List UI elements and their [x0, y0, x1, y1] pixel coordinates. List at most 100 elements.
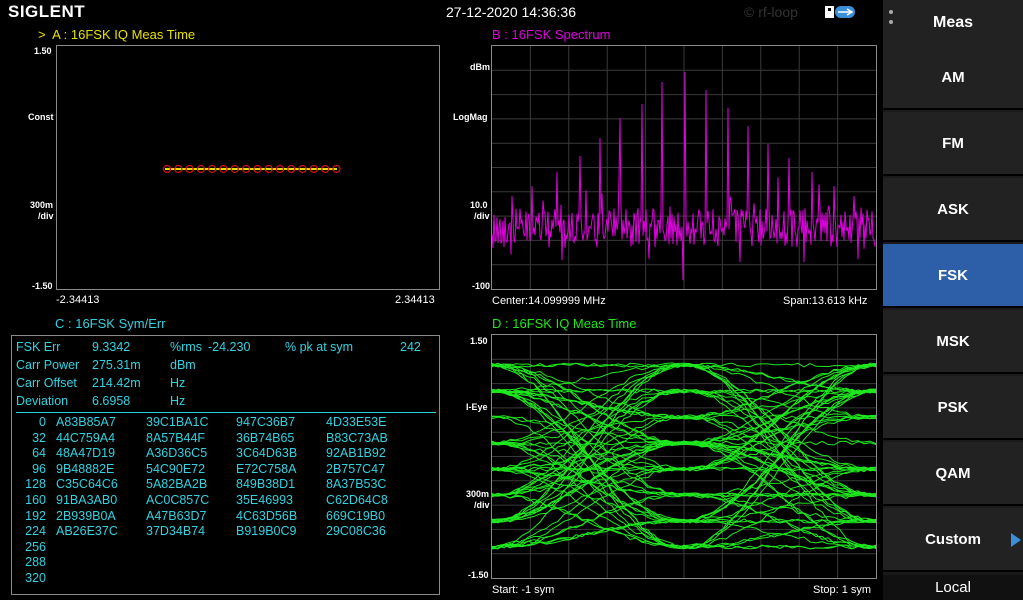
usb-icon	[825, 6, 855, 18]
symbol-cell: 2B939B0A	[56, 508, 116, 523]
panel-b-unit: dBm	[470, 62, 490, 72]
symbol-cell: C35C64C6	[56, 477, 118, 492]
menu-item-psk[interactable]: PSK	[883, 376, 1023, 440]
panel-a-plot[interactable]	[56, 45, 440, 290]
panel-a-ybottom: -1.50	[32, 281, 53, 291]
local-button[interactable]: Local	[883, 575, 1023, 600]
measure-menu: Meas AM FM ASK FSK MSK PSK QAM Custom Lo…	[883, 0, 1023, 600]
menu-item-ask[interactable]: ASK	[883, 178, 1023, 242]
panel-d-start: Start: -1 sym	[492, 584, 555, 596]
menu-item-label: AM	[941, 68, 965, 86]
symbol-index: 256	[25, 539, 46, 554]
panel-b-center: Center:14.099999 MHz	[492, 295, 606, 307]
symbol-cell: A36D36C5	[146, 446, 208, 461]
panel-b-div: /div	[474, 211, 490, 221]
metric-value: 214.42m	[92, 376, 141, 390]
spectrum-plot	[491, 46, 876, 289]
symbol-cell: 29C08C36	[326, 524, 386, 539]
symbol-index: 288	[25, 555, 46, 570]
watermark: © rf-loop	[744, 4, 798, 20]
metric-value: 275.31m	[92, 358, 141, 372]
panel-d-yscale: 300m	[466, 489, 490, 499]
menu-item-fm[interactable]: FM	[883, 112, 1023, 176]
symbol-cell: 48A47D19	[56, 446, 116, 461]
symbol-index: 96	[32, 461, 46, 476]
panel-a-title[interactable]: > A : 16FSK IQ Meas Time	[38, 27, 195, 42]
symbol-index: 128	[25, 477, 46, 492]
symbol-cell: A47B63D7	[146, 508, 207, 523]
metric-name: Carr Power	[16, 358, 80, 372]
panel-a-ymode: Const	[28, 112, 54, 122]
symbol-cell: 35E46993	[236, 493, 294, 507]
metric-unit: %rms	[170, 340, 202, 354]
menu-item-fsk[interactable]: FSK	[883, 244, 1023, 308]
metric-extra-num: 242	[400, 340, 421, 354]
menu-item-qam[interactable]: QAM	[883, 442, 1023, 506]
menu-title-text: Meas	[932, 14, 974, 31]
menu-item-label: PSK	[937, 398, 969, 416]
panel-c-title[interactable]: C : 16FSK Sym/Err	[55, 316, 166, 331]
symbol-index: 224	[25, 524, 46, 539]
menu-item-custom[interactable]: Custom	[883, 508, 1023, 572]
metric-extra-value: -24.230	[208, 340, 251, 354]
menu-item-label: MSK	[936, 332, 970, 350]
symbol-cell: AC0C857C	[146, 493, 210, 507]
brand-logo: SIGLENT	[8, 2, 86, 21]
menu-item-label: Custom	[925, 530, 981, 548]
divider	[16, 412, 436, 413]
datetime: 27-12-2020 14:36:36	[446, 4, 576, 20]
menu-item-label: QAM	[935, 464, 971, 482]
submenu-arrow-icon	[1011, 533, 1021, 547]
symbol-cell: 44C759A4	[56, 430, 116, 445]
panel-d-ydiv: /div	[474, 500, 490, 510]
panel-d-ybottom: -1.50	[468, 570, 489, 580]
metric-name: FSK Err	[16, 340, 61, 354]
panel-a-yscale: 300m	[30, 200, 54, 210]
panel-d-title[interactable]: D : 16FSK IQ Meas Time	[492, 316, 637, 331]
panel-c-table[interactable]: FSK Err 9.3342 %rms -24.230 % pk at sym 242 Ca…	[11, 335, 440, 595]
metric-unit: dBm	[170, 358, 196, 372]
panel-a-xright: 2.34413	[395, 294, 435, 306]
panel-d-ytop: 1.50	[470, 336, 488, 346]
symbol-cell: 36B74B65	[236, 430, 295, 445]
metric-unit: Hz	[170, 394, 186, 408]
metric-value: 9.3342	[92, 340, 131, 354]
symbol-cell: 669C19B0	[326, 508, 386, 523]
panel-b-plot[interactable]	[491, 45, 877, 290]
eye-diagram	[491, 335, 877, 578]
panel-a-xleft: -2.34413	[56, 294, 100, 306]
menu-item-msk[interactable]: MSK	[883, 310, 1023, 374]
symbol-cell: 947C36B7	[236, 415, 296, 429]
menu-item-label: FM	[942, 134, 964, 152]
panel-a-ydiv: /div	[38, 211, 54, 221]
panel-b-span: Span:13.613 kHz	[783, 295, 868, 307]
symbol-cell: 39C1BA1C	[146, 415, 209, 429]
symbol-index: 160	[25, 493, 46, 507]
symbol-index: 320	[25, 571, 46, 585]
menu-item-label: ASK	[937, 200, 969, 218]
panel-b-title[interactable]: B : 16FSK Spectrum	[492, 27, 611, 42]
menu-title[interactable]: Meas	[883, 0, 1023, 46]
symbol-cell: 91BA3AB0	[56, 493, 118, 507]
symbol-cell: 8A37B53C	[326, 477, 387, 492]
symbol-cell: A83B85A7	[56, 415, 116, 429]
metric-value: 6.6958	[92, 394, 131, 408]
symbol-index: 192	[25, 508, 46, 523]
menu-handle-dot	[889, 20, 893, 24]
symbol-cell: B83C73AB	[326, 430, 388, 445]
panel-a-ytop: 1.50	[34, 46, 52, 56]
constellation-plot	[162, 164, 341, 174]
symbol-cell: 37D34B74	[146, 524, 206, 539]
symbol-index: 64	[32, 446, 46, 461]
panel-b-scale: 10.0	[470, 200, 488, 210]
menu-item-am[interactable]: AM	[883, 46, 1023, 110]
panel-d-plot[interactable]	[491, 334, 877, 579]
symbol-cell: B919B0C9	[236, 524, 297, 539]
metric-name: Deviation	[16, 394, 69, 408]
symbol-cell: 8A57B44F	[146, 430, 206, 445]
menu-item-label: FSK	[938, 266, 968, 284]
symbol-cell: 4C63D56B	[236, 508, 298, 523]
symbol-index: 32	[32, 430, 46, 445]
symbol-cell: 54C90E72	[146, 461, 206, 476]
symbol-cell: 849B38D1	[236, 477, 296, 492]
